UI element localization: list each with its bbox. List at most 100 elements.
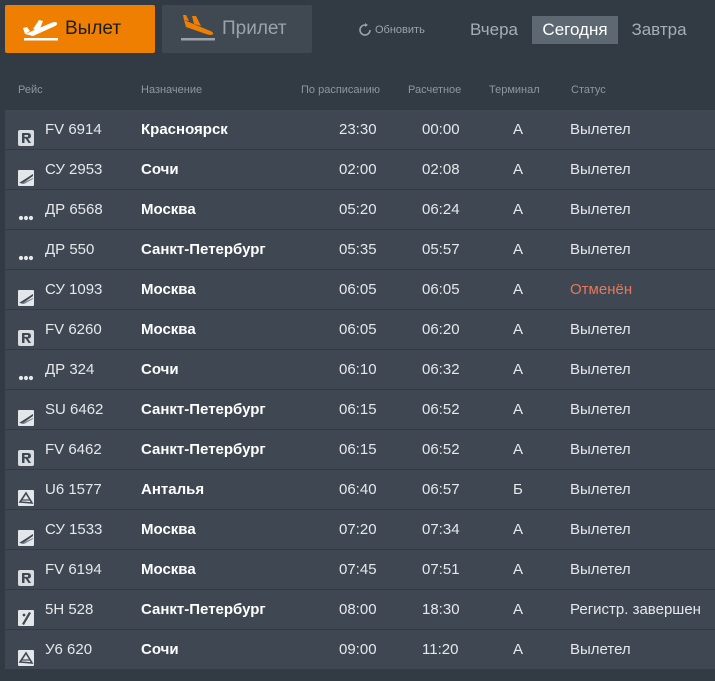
r-logo-icon (18, 122, 34, 146)
estimated-time: 06:32 (422, 361, 460, 378)
status: Отменён (570, 281, 633, 298)
destination: Сочи (141, 161, 179, 178)
status: Вылетел (570, 481, 631, 498)
scheduled-time: 08:00 (339, 601, 377, 618)
departure-tab-label: Вылет (65, 18, 122, 39)
estimated-time: 06:24 (422, 201, 460, 218)
flight-number: 5H 528 (45, 601, 94, 618)
table-row[interactable]: ДР 550 Санкт-Петербург 05:35 05:57 A Вылетел (5, 230, 715, 269)
terminal: A (513, 601, 524, 618)
flight-number: U6 1577 (45, 481, 102, 498)
col-scheduled: По расписанию (301, 84, 381, 96)
status: Вылетел (570, 401, 631, 418)
estimated-time: 11:20 (422, 641, 459, 658)
col-destination: Назначение (141, 84, 203, 96)
arrival-tab-label: Прилет (222, 18, 287, 39)
status: Вылетел (570, 241, 631, 258)
flight-number: СУ 1093 (45, 281, 103, 298)
refresh-button[interactable]: Обновить (358, 23, 425, 37)
flight-number: FV 6260 (45, 321, 102, 338)
table-row[interactable]: ДР 324 Сочи 06:10 06:32 A Вылетел (5, 350, 715, 389)
status: Вылетел (570, 361, 631, 378)
terminal: A (513, 641, 524, 658)
estimated-time: 18:30 (422, 601, 460, 618)
flight-number: СУ 2953 (45, 161, 103, 178)
table-row[interactable]: СУ 1533 Москва 07:20 07:34 A Вылетел (5, 510, 715, 549)
day-tomorrow[interactable]: Завтра (624, 16, 694, 44)
day-yesterday[interactable]: Вчера (462, 16, 526, 44)
dots-logo-icon (18, 202, 34, 221)
table-row[interactable]: FV 6914 Красноярск 23:30 00:00 A Вылетел (5, 110, 715, 149)
table-row[interactable]: СУ 1093 Москва 06:05 06:05 A Отменён (5, 270, 715, 309)
table-row[interactable]: ДР 6568 Москва 05:20 06:24 A Вылетел (5, 190, 715, 229)
terminal: A (513, 201, 524, 218)
arrival-tab[interactable]: Прилет (162, 5, 312, 53)
scheduled-time: 05:35 (339, 241, 377, 258)
table-row[interactable]: FV 6260 Москва 06:05 06:20 A Вылетел (5, 310, 715, 349)
departure-tab[interactable]: Вылет (5, 5, 155, 53)
table-row[interactable]: SU 6462 Санкт-Петербург 06:15 06:52 A Вылетел (5, 390, 715, 429)
destination: Санкт-Петербург (141, 401, 266, 418)
destination: Сочи (141, 361, 179, 378)
flight-number: ДР 6568 (45, 201, 103, 218)
destination: Москва (141, 521, 196, 538)
terminal: A (513, 321, 524, 338)
scheduled-time: 09:00 (339, 641, 377, 658)
col-terminal: Терминал (489, 84, 540, 96)
scheduled-time: 23:30 (339, 121, 377, 138)
table-row[interactable]: FV 6194 Москва 07:45 07:51 A Вылетел (5, 550, 715, 589)
destination: Москва (141, 281, 196, 298)
table-row[interactable]: FV 6462 Санкт-Петербург 06:15 06:52 A Вылетел (5, 430, 715, 469)
flight-number: СУ 1533 (45, 521, 103, 538)
estimated-time: 07:51 (422, 561, 460, 578)
flights-table: FV 6914 Красноярск 23:30 00:00 A Вылетел СУ 29… (5, 110, 715, 670)
terminal: A (513, 281, 524, 298)
status: Вылетел (570, 561, 631, 578)
scheduled-time: 05:20 (339, 201, 377, 218)
wing-logo-icon (18, 522, 34, 546)
col-flight: Рейс (18, 84, 43, 96)
destination: Сочи (141, 641, 179, 658)
scheduled-time: 07:45 (339, 561, 377, 578)
estimated-time: 05:57 (422, 241, 460, 258)
terminal: A (513, 521, 524, 538)
destination: Москва (141, 561, 196, 578)
table-row[interactable]: 5H 528 Санкт-Петербург 08:00 18:30 A Регистр.… (5, 590, 715, 629)
destination: Санкт-Петербург (141, 601, 266, 618)
terminal: A (513, 441, 524, 458)
status: Вылетел (570, 521, 631, 538)
table-row[interactable]: СУ 2953 Сочи 02:00 02:08 A Вылетел (5, 150, 715, 189)
flight-number: FV 6914 (45, 121, 102, 138)
wing-logo-icon (18, 282, 34, 306)
estimated-time: 06:52 (422, 441, 460, 458)
table-header: Рейс Назначение По расписанию Расчетное … (0, 84, 715, 100)
estimated-time: 07:34 (422, 521, 460, 538)
estimated-time: 02:08 (422, 161, 460, 178)
scheduled-time: 02:00 (339, 161, 377, 178)
slash-logo-icon (18, 602, 34, 626)
bird-logo-icon (18, 642, 34, 666)
col-status: Статус (571, 84, 606, 96)
destination: Анталья (141, 481, 205, 498)
day-today[interactable]: Сегодня (532, 16, 618, 44)
flight-number: ДР 550 (45, 241, 95, 258)
refresh-label: Обновить (375, 24, 425, 36)
wing-logo-icon (18, 402, 34, 426)
flight-number: FV 6462 (45, 441, 102, 458)
refresh-icon (359, 23, 371, 36)
estimated-time: 06:57 (422, 481, 460, 498)
destination: Санкт-Петербург (141, 241, 266, 258)
terminal: A (513, 241, 524, 258)
estimated-time: 06:05 (422, 281, 460, 298)
flight-number: SU 6462 (45, 401, 104, 418)
r-logo-icon (18, 322, 34, 346)
scheduled-time: 06:05 (339, 281, 377, 298)
status: Регистр. завершен (570, 601, 701, 618)
status: Вылетел (570, 641, 631, 658)
destination: Санкт-Петербург (141, 441, 266, 458)
terminal: A (513, 121, 524, 138)
table-row[interactable]: U6 1577 Анталья 06:40 06:57 Б Вылетел (5, 470, 715, 509)
r-logo-icon (18, 442, 34, 466)
table-row[interactable]: У6 620 Сочи 09:00 11:20 A Вылетел (5, 630, 715, 669)
destination: Москва (141, 201, 196, 218)
